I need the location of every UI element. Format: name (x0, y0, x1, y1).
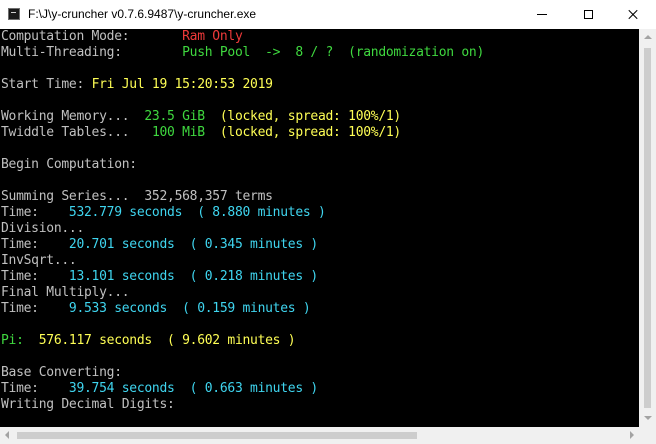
console-text-segment: 39.754 seconds ( 0.663 minutes ) (68, 381, 318, 396)
console-text-segment: Twiddle Tables... (1, 125, 152, 140)
console-line: Begin Computation: (1, 157, 137, 173)
window-title: F:\J\y-cruncher v0.7.6.9487\y-cruncher.e… (28, 7, 257, 21)
console-line: Time: 39.754 seconds ( 0.663 minutes ) (1, 381, 318, 397)
minimize-icon (537, 14, 547, 15)
minimize-button[interactable] (519, 0, 565, 29)
console-text-segment: Division... (1, 221, 85, 236)
console-text-segment: Ram Only (182, 29, 243, 44)
console-text-segment: 20.701 seconds ( 0.345 minutes ) (68, 237, 318, 252)
vertical-scroll-thumb[interactable] (644, 48, 651, 408)
maximize-icon (583, 10, 593, 19)
console-text-segment: InvSqrt... (1, 253, 77, 268)
close-button[interactable] (610, 0, 656, 29)
console-line: Time: 9.533 seconds ( 0.159 minutes ) (1, 301, 311, 317)
scroll-right-icon[interactable] (630, 431, 634, 439)
console-text-segment: (locked, spread: 100%/1) (204, 109, 401, 124)
close-icon (628, 10, 638, 20)
console-line: Time: 532.779 seconds ( 8.880 minutes ) (1, 205, 326, 221)
console-text-segment: 576.117 seconds ( 9.602 minutes ) (38, 333, 296, 348)
console-line: Base Converting: (1, 365, 122, 381)
console-text-segment: 23.5 GiB (144, 109, 205, 124)
console-text-segment: Start Time: (1, 77, 92, 92)
console-text-segment: Time: (1, 269, 69, 284)
console-line: Start Time: Fri Jul 19 15:20:53 2019 (1, 77, 273, 93)
console-line: Twiddle Tables... 100 MiB (locked, sprea… (1, 125, 401, 141)
console-text-segment: Fri Jul 19 15:20:53 2019 (91, 77, 273, 92)
console-text-segment: 100 MiB (151, 125, 205, 140)
console-text-segment: Base Converting: (1, 365, 122, 380)
console-text-segment: Writing Decimal Digits: (1, 397, 175, 412)
scroll-down-icon[interactable] (644, 416, 652, 420)
console-line: Summing Series... 352,568,357 terms (1, 189, 273, 205)
console-output[interactable]: Computation Mode: Ram Only Multi-Threadin… (0, 29, 639, 427)
console-line: Writing Decimal Digits: (1, 397, 175, 413)
console-text-segment: 532.779 seconds ( 8.880 minutes ) (68, 205, 326, 220)
console-text-segment: (locked, spread: 100%/1) (204, 125, 401, 140)
console-line: Time: 20.701 seconds ( 0.345 minutes ) (1, 237, 318, 253)
scrollbar-corner (639, 427, 656, 444)
console-text-segment: Multi-Threading: (1, 45, 183, 60)
scroll-up-icon[interactable] (644, 35, 652, 39)
console-line: InvSqrt... (1, 253, 77, 269)
horizontal-scroll-thumb[interactable] (17, 432, 417, 439)
title-bar[interactable]: F:\J\y-cruncher v0.7.6.9487\y-cruncher.e… (0, 0, 656, 29)
console-text-segment: Working Memory... (1, 109, 145, 124)
console-text-segment: Time: (1, 205, 69, 220)
console-text-segment: Time: (1, 237, 69, 252)
console-line: Time: 13.101 seconds ( 0.218 minutes ) (1, 269, 318, 285)
console-line: Multi-Threading: Push Pool -> 8 / ? (ran… (1, 45, 484, 61)
console-line: Division... (1, 221, 84, 237)
console-text-segment: Time: (1, 381, 69, 396)
scroll-left-icon[interactable] (5, 431, 9, 439)
console-text-segment: 13.101 seconds ( 0.218 minutes ) (68, 269, 318, 284)
console-text-segment: 9.533 seconds ( 0.159 minutes ) (68, 301, 311, 316)
console-text-segment: Final Multiply... (1, 285, 130, 300)
console-text-segment: Time: (1, 301, 69, 316)
console-line: Working Memory... 23.5 GiB (locked, spre… (1, 109, 401, 125)
console-line: Pi: 576.117 seconds ( 9.602 minutes ) (1, 333, 296, 349)
console-text-segment: Pi: (1, 333, 39, 348)
console-text-segment: Summing Series... 352,568,357 terms (1, 189, 273, 204)
console-app-icon[interactable] (8, 8, 20, 20)
console-line: Final Multiply... (1, 285, 130, 301)
console-text-segment: Begin Computation: (1, 157, 137, 172)
maximize-button[interactable] (565, 0, 611, 29)
console-line: Computation Mode: Ram Only (1, 29, 243, 45)
console-text-segment: Push Pool -> 8 / ? (randomization on) (182, 45, 484, 60)
console-text-segment: Computation Mode: (1, 29, 183, 44)
